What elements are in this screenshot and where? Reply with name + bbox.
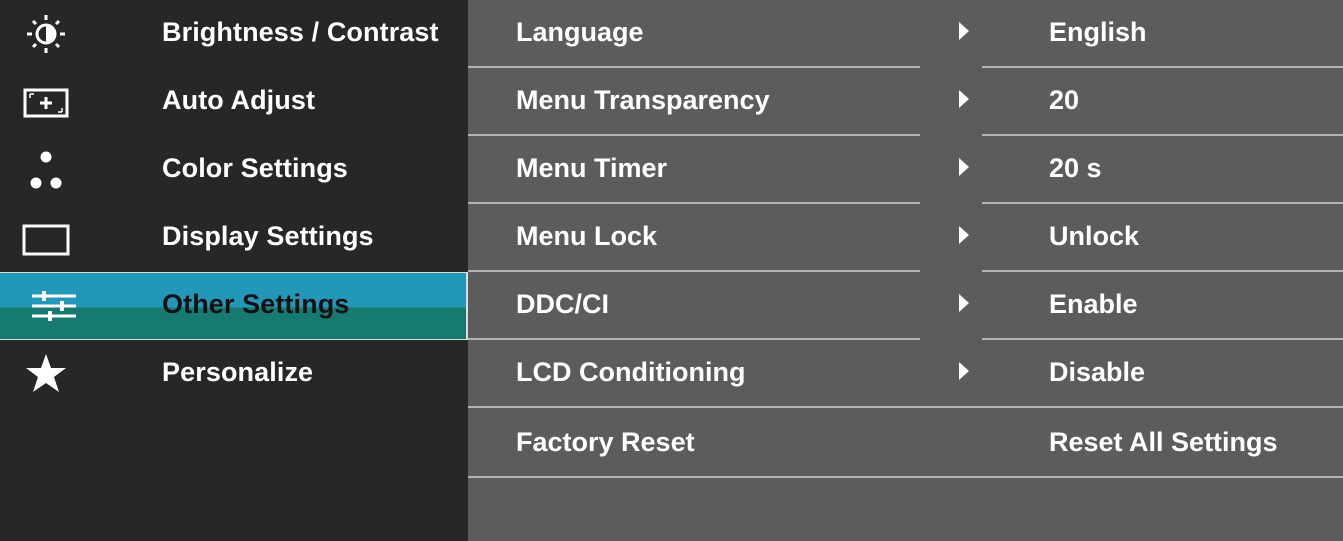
submenu-arrow-icon (959, 226, 969, 244)
setting-value: Disable (1049, 357, 1146, 387)
other-settings-icon (16, 287, 76, 327)
setting-value: 20 (1049, 85, 1080, 115)
setting-label: DDC/CI (516, 289, 609, 319)
setting-value: Unlock (1049, 221, 1140, 251)
setting-row-language[interactable]: Language English (468, 0, 1343, 68)
setting-value: Enable (1049, 289, 1138, 319)
setting-label: Menu Transparency (516, 85, 770, 115)
menu-item-label: Color Settings (162, 153, 348, 183)
setting-row-menu-transparency[interactable]: Menu Transparency 20 (468, 68, 1343, 136)
menu-item-label: Other Settings (162, 289, 350, 319)
setting-value: 20 s (1049, 153, 1102, 183)
auto-adjust-icon (16, 82, 76, 122)
setting-row-menu-lock[interactable]: Menu Lock Unlock (468, 204, 1343, 272)
submenu-arrow-icon (959, 294, 969, 312)
menu-item-personalize[interactable]: Personalize (0, 340, 468, 408)
main-menu-sidebar: Brightness / Contrast Auto Adjust Color … (0, 0, 468, 541)
menu-item-color-settings[interactable]: Color Settings (0, 136, 468, 204)
menu-item-auto-adjust[interactable]: Auto Adjust (0, 68, 468, 136)
submenu-arrow-icon (959, 362, 969, 380)
setting-row-menu-timer[interactable]: Menu Timer 20 s (468, 136, 1343, 204)
menu-item-display-settings[interactable]: Display Settings (0, 204, 468, 272)
menu-item-label: Auto Adjust (162, 85, 316, 115)
submenu-arrow-icon (959, 22, 969, 40)
setting-label: Menu Lock (516, 221, 658, 251)
brightness-icon (16, 14, 76, 54)
row-divider (468, 476, 1343, 478)
setting-row-factory-reset[interactable]: Factory Reset Reset All Settings (468, 410, 1343, 478)
other-settings-panel: Language English Menu Transparency 20 Me… (468, 0, 1343, 541)
setting-label: LCD Conditioning (516, 357, 746, 387)
menu-item-label: Brightness / Contrast (162, 17, 439, 47)
row-divider (468, 406, 1343, 408)
monitor-osd-menu: Brightness / Contrast Auto Adjust Color … (0, 0, 1343, 541)
setting-label: Language (516, 17, 644, 47)
display-settings-icon (16, 218, 76, 258)
setting-label: Factory Reset (516, 427, 695, 457)
setting-value: English (1049, 17, 1147, 47)
submenu-arrow-icon (959, 158, 969, 176)
menu-item-label: Personalize (162, 357, 314, 387)
submenu-arrow-icon (959, 90, 969, 108)
setting-value: Reset All Settings (1049, 427, 1278, 457)
color-settings-icon (16, 150, 76, 190)
setting-row-lcd-conditioning[interactable]: LCD Conditioning Disable (468, 340, 1343, 408)
menu-item-label: Display Settings (162, 221, 374, 251)
menu-item-other-settings[interactable]: Other Settings (0, 272, 468, 340)
star-icon (16, 354, 76, 394)
menu-item-brightness-contrast[interactable]: Brightness / Contrast (0, 0, 468, 68)
setting-label: Menu Timer (516, 153, 668, 183)
setting-row-ddc-ci[interactable]: DDC/CI Enable (468, 272, 1343, 340)
